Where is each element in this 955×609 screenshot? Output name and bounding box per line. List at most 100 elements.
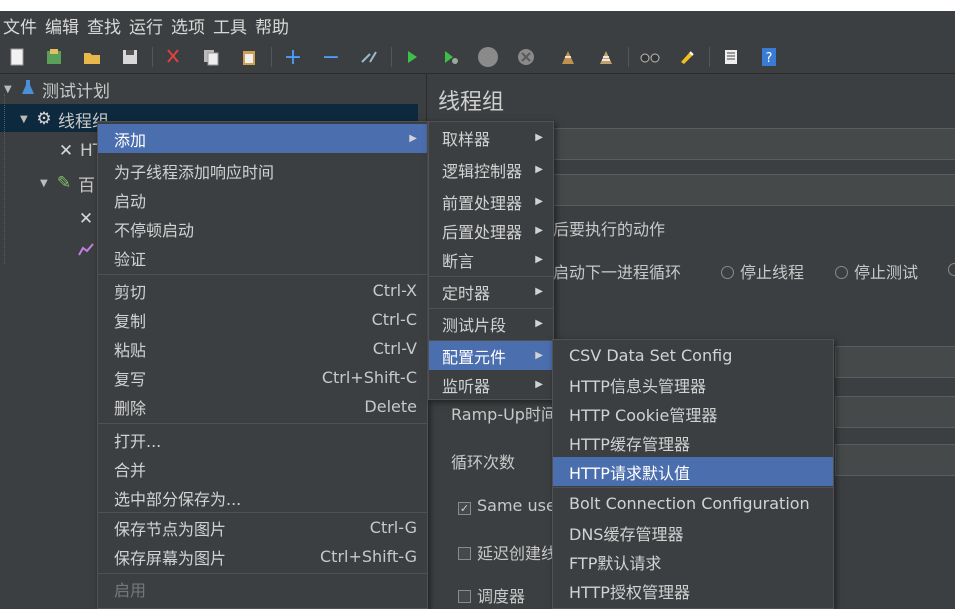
copy-icon[interactable] xyxy=(200,46,222,68)
checkbox-checked-icon[interactable]: ✓ xyxy=(458,502,471,515)
submenu-listener[interactable]: 监听器 ▶ xyxy=(429,370,553,399)
scheduler-label: 调度器 xyxy=(477,587,526,606)
ctx-duplicate[interactable]: 复写 Ctrl+Shift-C xyxy=(98,363,427,392)
radio-stop-test[interactable]: 停止测试 xyxy=(835,259,918,283)
flask-icon xyxy=(18,79,38,100)
radio-circle-icon[interactable] xyxy=(948,263,955,276)
scheduler-checkbox[interactable]: 调度器 xyxy=(458,583,525,607)
config-element-submenu: CSV Data Set Config HTTP信息头管理器 HTTP Cook… xyxy=(552,339,834,609)
menu-tools[interactable]: 工具 xyxy=(213,13,247,38)
radio-next-loop-label: 启动下一进程循环 xyxy=(553,263,682,282)
config-dns-cache-manager[interactable]: DNS缓存管理器 xyxy=(553,518,833,547)
config-http-request-defaults[interactable]: HTTP请求默认值 xyxy=(553,457,833,486)
ctx-shortcut: Ctrl-X xyxy=(372,281,417,300)
submenu-test-fragment[interactable]: 测试片段 ▶ xyxy=(429,309,553,338)
cut-icon[interactable] xyxy=(162,46,184,68)
save-icon[interactable] xyxy=(119,46,141,68)
name-field[interactable] xyxy=(547,128,955,160)
tools-icon: ✕ xyxy=(78,209,94,229)
menu-edit[interactable]: 编辑 xyxy=(45,13,79,38)
radio-circle-icon[interactable] xyxy=(835,266,848,279)
stop-icon[interactable] xyxy=(477,46,499,68)
same-user-checkbox[interactable]: ✓ Same use xyxy=(458,496,556,515)
start-no-pause-icon[interactable] xyxy=(439,46,461,68)
submenu-config-element[interactable]: 配置元件 ▶ xyxy=(429,341,553,370)
ctx-add-response-time[interactable]: 为子线程添加响应时间 xyxy=(98,156,427,185)
open-icon[interactable] xyxy=(81,46,103,68)
start-icon[interactable] xyxy=(401,46,423,68)
chart-icon xyxy=(76,241,96,261)
submenu-pre-processor[interactable]: 前置处理器 ▶ xyxy=(429,187,553,216)
ctx-cut[interactable]: 剪切 Ctrl-X xyxy=(98,276,427,305)
submenu-arrow-icon: ▶ xyxy=(535,379,543,390)
ctx-save-node-image[interactable]: 保存节点为图片 Ctrl-G xyxy=(98,513,427,542)
clear-icon[interactable] xyxy=(557,46,579,68)
submenu-logic-controller[interactable]: 逻辑控制器 ▶ xyxy=(429,155,553,184)
function-helper-icon[interactable] xyxy=(720,46,742,68)
expand-arrow-icon[interactable]: ▼ xyxy=(40,178,54,189)
help-icon[interactable]: ? xyxy=(758,46,780,68)
submenu-assertion[interactable]: 断言 ▶ xyxy=(429,245,553,274)
ctx-save-screen-image[interactable]: 保存屏幕为图片 Ctrl+Shift-G xyxy=(98,542,427,571)
radio-stop-test-label: 停止测试 xyxy=(854,263,919,282)
ctx-copy[interactable]: 复制 Ctrl-C xyxy=(98,305,427,334)
collapse-icon[interactable]: − xyxy=(320,45,342,70)
submenu-timer[interactable]: 定时器 ▶ xyxy=(429,277,553,306)
menu-options[interactable]: 选项 xyxy=(171,13,205,38)
ctx-shortcut: Ctrl-G xyxy=(369,518,417,537)
checkbox-icon[interactable] xyxy=(458,590,471,603)
reset-search-icon[interactable] xyxy=(676,46,698,68)
templates-icon[interactable] xyxy=(43,46,65,68)
config-http-auth-manager[interactable]: HTTP授权管理器 xyxy=(553,576,833,605)
clear-all-icon[interactable] xyxy=(595,46,617,68)
ctx-start-no-pause[interactable]: 不停顿启动 xyxy=(98,214,427,243)
ctx-delete[interactable]: 删除 Delete xyxy=(98,392,427,421)
ctx-item-label: 剪切 xyxy=(114,282,147,302)
checkbox-icon[interactable] xyxy=(458,547,471,560)
ctx-enable[interactable]: 启用 xyxy=(98,574,427,603)
submenu-item-label: 断言 xyxy=(442,251,475,271)
ctx-paste[interactable]: 粘贴 Ctrl-V xyxy=(98,334,427,363)
expand-arrow-icon[interactable]: ▼ xyxy=(4,84,18,95)
ctx-save-selection-as[interactable]: 选中部分保存为... xyxy=(98,483,427,512)
paste-icon[interactable] xyxy=(238,46,260,68)
ctx-add[interactable]: 添加 ▶ xyxy=(98,124,427,153)
config-http-cache-manager[interactable]: HTTP缓存管理器 xyxy=(553,428,833,457)
tree-item-controller[interactable]: ▼ ✎ 百 xyxy=(40,169,95,197)
submenu-sampler[interactable]: 取样器 ▶ xyxy=(429,123,553,152)
radio-circle-icon[interactable] xyxy=(721,266,734,279)
ctx-merge[interactable]: 合并 xyxy=(98,454,427,483)
expand-icon[interactable]: + xyxy=(282,45,304,70)
menu-file[interactable]: 文件 xyxy=(3,13,37,38)
config-bolt-connection[interactable]: Bolt Connection Configuration xyxy=(553,489,833,518)
threads-field[interactable] xyxy=(835,346,955,378)
radio-next-loop[interactable]: 启动下一进程循环 xyxy=(553,259,681,283)
ctx-validate[interactable]: 验证 xyxy=(98,243,427,272)
comment-field[interactable] xyxy=(547,174,955,206)
ctx-item-label: 验证 xyxy=(114,249,147,269)
ctx-item-label: 打开... xyxy=(114,431,162,451)
expand-arrow-icon[interactable]: ▼ xyxy=(20,114,34,125)
shutdown-icon[interactable] xyxy=(515,46,537,68)
menu-help[interactable]: 帮助 xyxy=(255,13,289,38)
radio-stop-thread[interactable]: 停止线程 xyxy=(721,259,804,283)
delay-create-checkbox[interactable]: 延迟创建线 xyxy=(458,540,557,564)
tree-item-thread-group[interactable]: ▼ ⚙ 线程组 xyxy=(20,105,109,133)
new-icon[interactable] xyxy=(6,46,28,68)
ctx-item-label: 复制 xyxy=(114,311,147,331)
ctx-start[interactable]: 启动 xyxy=(98,185,427,214)
config-http-header-manager[interactable]: HTTP信息头管理器 xyxy=(553,370,833,399)
search-icon[interactable] xyxy=(639,46,661,68)
submenu-post-processor[interactable]: 后置处理器 ▶ xyxy=(429,216,553,245)
menu-search[interactable]: 查找 xyxy=(87,13,121,38)
submenu-item-label: 测试片段 xyxy=(442,315,507,335)
rampup-field[interactable] xyxy=(835,396,955,428)
config-ftp-request-defaults[interactable]: FTP默认请求 xyxy=(553,547,833,576)
config-csv-data-set[interactable]: CSV Data Set Config xyxy=(553,341,833,370)
loop-count-field[interactable] xyxy=(835,444,955,476)
toggle-icon[interactable] xyxy=(358,46,380,68)
config-http-cookie-manager[interactable]: HTTP Cookie管理器 xyxy=(553,399,833,428)
ctx-open[interactable]: 打开... xyxy=(98,425,427,454)
tree-item-test-plan[interactable]: ▼ 测试计划 xyxy=(4,75,110,103)
menu-run[interactable]: 运行 xyxy=(129,13,163,38)
